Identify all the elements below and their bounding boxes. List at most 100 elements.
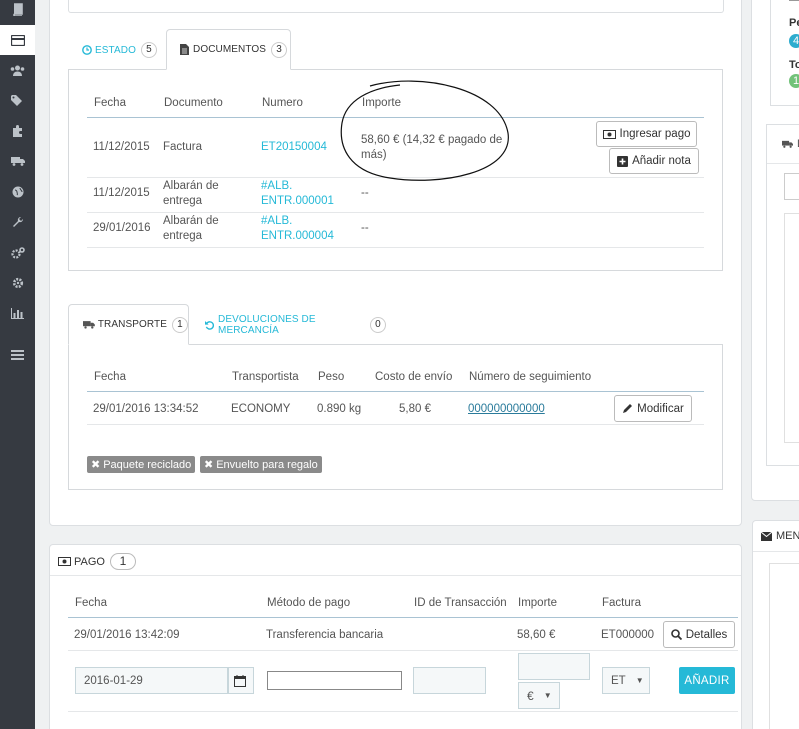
anadir-nota-button[interactable]: Añadir nota (609, 148, 699, 174)
col-fecha: Fecha (94, 371, 126, 383)
row-divider (87, 247, 704, 248)
currency-select[interactable]: € ▼ (518, 682, 560, 709)
row-divider (87, 212, 704, 213)
header-divider (68, 617, 738, 618)
col-seguimiento: Número de seguimiento (469, 371, 592, 383)
col-importe: Importe (518, 597, 557, 609)
caret-down-icon: ▼ (635, 676, 644, 685)
ship-transportista: ECONOMY (231, 403, 291, 415)
payment-date-input[interactable]: 2016-01-29 (75, 667, 228, 694)
checkbox (789, 0, 799, 1)
customer-panel: Pe 4 To 1 D (751, 0, 799, 501)
doc-row1-fecha: 11/12/2015 (93, 141, 150, 153)
row-divider (87, 424, 704, 425)
pay-factura: ET000000 (601, 629, 655, 641)
header-divider (87, 391, 704, 392)
tab-transporte[interactable]: TRANSPORTE 1 (68, 304, 189, 345)
tab-estado-count: 5 (140, 42, 157, 58)
pay-importe: 58,60 € (517, 629, 556, 641)
wrench-icon[interactable] (0, 207, 35, 237)
clock-icon (82, 45, 92, 55)
status-label-1: Pe (789, 17, 799, 29)
status-badge-2: 1 (789, 74, 799, 88)
globe-icon[interactable] (0, 177, 35, 207)
col-fecha: Fecha (75, 597, 107, 609)
truck-icon[interactable] (0, 146, 35, 176)
file-icon (180, 44, 189, 55)
col-peso: Peso (318, 371, 345, 383)
col-documento: Documento (164, 97, 223, 109)
tab-transporte-label: TRANSPORTE (97, 319, 167, 330)
transaction-id-input[interactable] (413, 667, 486, 694)
tag-paquete-reciclado: ✖ Paquete reciclado (87, 456, 196, 473)
gear-icon[interactable] (0, 268, 35, 298)
money-icon (58, 557, 71, 566)
modificar-button[interactable]: Modificar (614, 395, 692, 422)
status-badge-1: 4 (789, 34, 799, 48)
doc-row3-importe: -- (361, 222, 369, 234)
bar-chart-icon[interactable] (0, 298, 35, 328)
address-tab: D (782, 138, 799, 150)
address-map (784, 213, 799, 443)
address-select[interactable] (784, 173, 799, 200)
ingresar-pago-button[interactable]: Ingresar pago (596, 121, 697, 147)
messages-header: MENS (761, 530, 799, 542)
doc-row3-fecha: 29/01/2016 (93, 222, 151, 234)
doc-row2-fecha: 11/12/2015 (93, 187, 150, 199)
book-icon[interactable] (0, 0, 35, 24)
sidebar (0, 0, 35, 729)
credit-card-icon[interactable] (0, 25, 35, 55)
users-icon[interactable] (0, 55, 35, 85)
tags-icon[interactable] (0, 86, 35, 116)
col-transportista: Transportista (232, 371, 299, 383)
undo-icon (205, 320, 215, 330)
doc-row2-documento: Albarán de entrega (163, 180, 219, 207)
tab-documentos-label: DOCUMENTOS (193, 44, 267, 55)
anadir-button[interactable]: AÑADIR (679, 667, 735, 694)
calendar-button[interactable] (228, 667, 254, 694)
col-metodo: Método de pago (267, 597, 351, 609)
tracking-link[interactable]: 000000000000 (468, 402, 545, 417)
cogs-icon[interactable] (0, 238, 35, 268)
close-icon: ✖ (204, 459, 214, 471)
truck-icon (782, 140, 793, 148)
tab-transporte-count: 1 (172, 316, 188, 333)
invoice-select[interactable]: ET ▼ (602, 667, 650, 694)
calendar-icon (234, 674, 246, 687)
annotation-circle (340, 80, 509, 181)
col-fecha: Fecha (94, 97, 126, 109)
row-divider (68, 650, 738, 651)
tag-envuelto-regalo: ✖ Envuelto para regalo (200, 456, 322, 473)
tab-estado[interactable]: ESTADO 5 (73, 30, 158, 70)
shipping-panel: Fecha Transportista Peso Costo de envío … (68, 344, 723, 490)
tab-devoluciones-count: 0 (370, 317, 386, 333)
ship-peso: 0.890 kg (317, 403, 362, 415)
doc-row2-importe: -- (361, 187, 369, 199)
col-id-transaccion: ID de Transacción (414, 597, 507, 609)
tab-devoluciones[interactable]: DEVOLUCIONES DE MERCANCÍA 0 (196, 305, 386, 345)
payment-header-divider (50, 575, 741, 576)
doc-row1-numero[interactable]: ET20150004 (261, 140, 327, 155)
detalles-button[interactable]: Detalles (663, 621, 735, 648)
messages-panel: MENS (752, 520, 799, 729)
payment-method-input[interactable] (267, 671, 402, 690)
doc-row3-numero[interactable]: #ALB. ENTR.000004 (261, 214, 339, 244)
puzzle-icon[interactable] (0, 116, 35, 146)
amount-input[interactable] (518, 653, 590, 680)
col-numero: Numero (262, 97, 303, 109)
tab-estado-label: ESTADO (95, 44, 136, 56)
tab-documentos[interactable]: DOCUMENTOS 3 (166, 29, 291, 70)
messages-box (769, 563, 799, 729)
plus-square-icon (617, 155, 629, 167)
pencil-icon (623, 404, 633, 413)
divider (767, 163, 799, 164)
truck-icon (83, 321, 95, 329)
tab-devoluciones-label: DEVOLUCIONES DE MERCANCÍA (218, 314, 316, 336)
top-section (68, 0, 724, 13)
doc-row2-numero[interactable]: #ALB. ENTR.000001 (261, 179, 339, 209)
status-label-2: To (789, 59, 799, 71)
col-factura: Factura (602, 597, 641, 609)
list-icon[interactable] (0, 340, 35, 370)
customer-stats: Pe 4 To 1 (770, 0, 799, 106)
pay-metodo: Transferencia bancaria (266, 629, 384, 641)
